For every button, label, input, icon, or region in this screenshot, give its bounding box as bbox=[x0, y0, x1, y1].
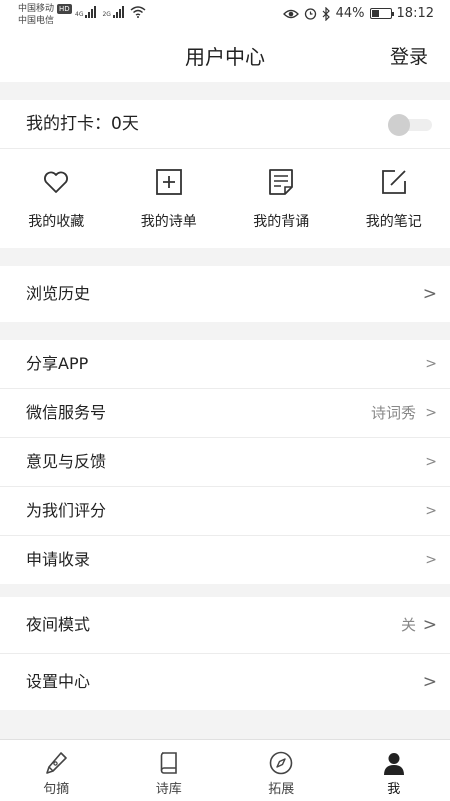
chevron-right-icon: > bbox=[425, 389, 437, 437]
menu-row-share[interactable]: 分享APP > bbox=[0, 340, 450, 389]
battery-fill bbox=[372, 10, 380, 17]
night-mode-value: 关 bbox=[401, 597, 416, 653]
chevron-right-icon: > bbox=[425, 536, 437, 584]
quick-recite-label: 我的背诵 bbox=[225, 211, 338, 231]
edit-icon bbox=[379, 167, 409, 197]
carrier-1: 中国移动 bbox=[18, 4, 54, 14]
login-button[interactable]: 登录 bbox=[390, 32, 428, 82]
quick-notes[interactable]: 我的笔记 bbox=[338, 149, 450, 248]
menu-row-wechat[interactable]: 微信服务号 诗词秀 > bbox=[0, 389, 450, 438]
tab-me-label: 我 bbox=[338, 778, 450, 797]
hd-badge: HD bbox=[57, 4, 72, 14]
chevron-right-icon: > bbox=[423, 266, 437, 322]
quick-notes-label: 我的笔记 bbox=[338, 211, 450, 231]
book-icon bbox=[156, 750, 182, 776]
page-title: 用户中心 bbox=[0, 32, 450, 82]
tab-library[interactable]: 诗库 bbox=[113, 740, 226, 801]
status-bar: 中国移动HD 中国电信 4G 2G 44% 18:12 bbox=[0, 0, 450, 32]
document-icon bbox=[266, 167, 296, 197]
compass-icon bbox=[268, 750, 294, 776]
history-row[interactable]: 浏览历史 > bbox=[0, 266, 450, 322]
checkin-toggle[interactable] bbox=[388, 114, 432, 134]
battery-percent: 44% bbox=[336, 6, 365, 21]
quick-actions: 我的收藏 我的诗单 我的背诵 我的笔记 bbox=[0, 149, 450, 248]
chevron-right-icon: > bbox=[425, 438, 437, 486]
menu-section: 分享APP > 微信服务号 诗词秀 > 意见与反馈 > 为我们评分 > 申请收录… bbox=[0, 340, 450, 584]
menu-share-label: 分享APP bbox=[26, 340, 88, 388]
menu-feedback-label: 意见与反馈 bbox=[26, 438, 106, 486]
menu-wechat-label: 微信服务号 bbox=[26, 389, 106, 437]
quick-poem-list-label: 我的诗单 bbox=[113, 211, 226, 231]
pen-icon bbox=[43, 750, 69, 776]
tab-excerpts[interactable]: 句摘 bbox=[0, 740, 113, 801]
quick-recite[interactable]: 我的背诵 bbox=[225, 149, 338, 248]
tab-me[interactable]: 我 bbox=[338, 740, 450, 801]
quick-favorites[interactable]: 我的收藏 bbox=[0, 149, 113, 248]
heart-icon bbox=[41, 167, 71, 197]
plus-square-icon bbox=[154, 167, 184, 197]
checkin-label: 我的打卡：0天 bbox=[26, 100, 139, 148]
night-mode-label: 夜间模式 bbox=[26, 597, 90, 653]
menu-row-submit[interactable]: 申请收录 > bbox=[0, 536, 450, 584]
network-type-2: 2G bbox=[102, 11, 110, 18]
tab-library-label: 诗库 bbox=[113, 778, 226, 797]
quick-favorites-label: 我的收藏 bbox=[0, 211, 113, 231]
status-right: 44% 18:12 bbox=[283, 6, 434, 21]
user-icon bbox=[381, 750, 407, 776]
menu-wechat-value: 诗词秀 bbox=[371, 389, 416, 437]
quick-poem-list[interactable]: 我的诗单 bbox=[113, 149, 226, 248]
menu-row-rate[interactable]: 为我们评分 > bbox=[0, 487, 450, 536]
history-label: 浏览历史 bbox=[26, 266, 90, 322]
menu-row-feedback[interactable]: 意见与反馈 > bbox=[0, 438, 450, 487]
history-section: 浏览历史 > bbox=[0, 266, 450, 322]
chevron-right-icon: > bbox=[425, 487, 437, 535]
bluetooth-icon bbox=[322, 7, 331, 21]
chevron-right-icon: > bbox=[423, 597, 437, 653]
eye-icon bbox=[283, 8, 299, 20]
menu-submit-label: 申请收录 bbox=[26, 536, 90, 584]
night-mode-row[interactable]: 夜间模式 关 > bbox=[0, 597, 450, 654]
carrier-info: 中国移动HD 中国电信 bbox=[18, 3, 72, 27]
carrier-2: 中国电信 bbox=[18, 15, 72, 27]
battery-icon bbox=[370, 8, 392, 19]
tab-bar: 句摘 诗库 拓展 我 bbox=[0, 739, 450, 801]
alarm-icon bbox=[304, 7, 317, 20]
settings-center-label: 设置中心 bbox=[26, 654, 90, 710]
network-type-1: 4G bbox=[75, 11, 83, 18]
menu-rate-label: 为我们评分 bbox=[26, 487, 106, 535]
signal-bars-2-icon bbox=[113, 6, 124, 18]
clock: 18:12 bbox=[397, 6, 434, 21]
settings-center-row[interactable]: 设置中心 > bbox=[0, 654, 450, 710]
tab-explore[interactable]: 拓展 bbox=[225, 740, 338, 801]
chevron-right-icon: > bbox=[423, 654, 437, 710]
chevron-right-icon: > bbox=[425, 340, 437, 388]
toggle-knob bbox=[388, 114, 410, 136]
signal-bars-icon bbox=[85, 6, 96, 18]
wifi-icon bbox=[130, 6, 146, 18]
tab-explore-label: 拓展 bbox=[225, 778, 338, 797]
signal-indicators: 4G 2G bbox=[75, 6, 146, 18]
settings-section: 夜间模式 关 > 设置中心 > bbox=[0, 597, 450, 710]
header: 用户中心 登录 bbox=[0, 32, 450, 82]
tab-excerpts-label: 句摘 bbox=[0, 778, 113, 797]
checkin-row: 我的打卡：0天 bbox=[0, 100, 450, 149]
